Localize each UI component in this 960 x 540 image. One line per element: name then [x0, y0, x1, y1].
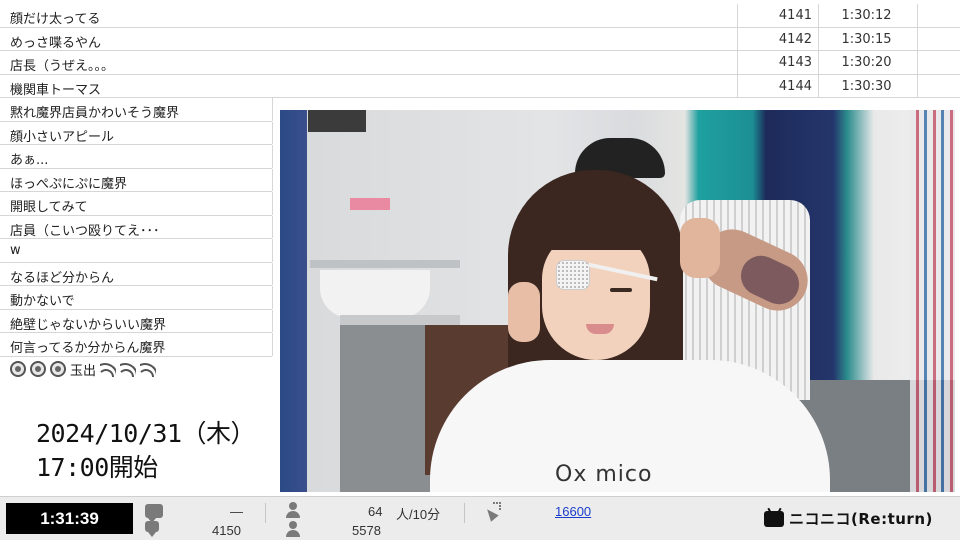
comment-row[interactable]: 開眼してみて: [0, 192, 273, 216]
comment-number: 4142: [778, 31, 812, 47]
comment-time: 1:30:15: [841, 31, 892, 47]
comment-number: 4144: [778, 78, 812, 94]
speech-bubble-icon: [145, 504, 163, 523]
comment-text: 機関車トーマス: [10, 82, 102, 98]
video-player[interactable]: Ox mico: [280, 110, 955, 492]
speech-bubble-icon: [145, 521, 159, 537]
viewers-per-10min: 64: [368, 504, 383, 519]
niconico-brand[interactable]: ニコニコ(Re:turn): [764, 508, 933, 529]
niconico-tv-icon: [764, 510, 784, 527]
eye-patch: [556, 260, 590, 290]
comment-row[interactable]: あぁ...: [0, 145, 273, 169]
comment-text: 店長（うぜえ。。。: [10, 59, 115, 74]
comment-row[interactable]: w: [0, 239, 273, 263]
comment-text: あぁ...: [10, 153, 49, 168]
wave-icon: [140, 361, 157, 377]
comment-text: 動かないで: [10, 294, 75, 309]
elapsed-time: 1:31:39: [6, 503, 133, 534]
total-viewers: 5578: [352, 523, 381, 538]
comment-number: 4143: [778, 55, 812, 70]
comment-row[interactable]: 店員（こいつ殴りてえ･･･: [0, 215, 273, 239]
comment-count: 4150: [212, 523, 241, 538]
ad-points-link[interactable]: 16600: [555, 504, 591, 519]
comment-dash: —: [230, 504, 243, 519]
comment-row[interactable]: ほっぺぷにぷに魔界: [0, 168, 273, 192]
comment-text: ほっぺぷにぷに魔界: [10, 176, 128, 192]
comment-row[interactable]: 黙れ魔界店員かわいそう魔界: [0, 98, 273, 122]
comment-row[interactable]: 何言ってるか分からん魔界: [0, 333, 273, 357]
comment-time: 1:30:30: [841, 78, 892, 94]
comment-text: 店員（こいつ殴りてえ･･･: [10, 223, 160, 239]
comment-number: 4141: [778, 8, 812, 23]
person-icon: [285, 521, 301, 537]
comment-text: 何言ってるか分からん魔界: [10, 341, 166, 356]
comment-row[interactable]: 顔小さいアピール: [0, 121, 273, 145]
emoji-text: 玉出: [70, 363, 97, 379]
comment-row[interactable]: 機関車トーマス 4144 1:30:30: [0, 74, 960, 98]
party-popper-icon[interactable]: [483, 502, 501, 520]
emoji-face-icon: [50, 361, 66, 377]
wave-icon: [100, 361, 117, 377]
brand-text: ニコニコ(Re:turn): [789, 510, 933, 528]
comment-text: 開眼してみて: [10, 200, 88, 215]
comment-row[interactable]: なるほど分からん: [0, 262, 273, 286]
start-time-line: 17:00開始: [36, 453, 158, 482]
comment-row[interactable]: 絶壁じゃないからいい魔界: [0, 309, 273, 333]
cape-print: Ox mico: [555, 462, 653, 487]
comment-time: 1:30:12: [841, 8, 892, 23]
wave-icon: [120, 361, 137, 377]
comment-text: 黙れ魔界店員かわいそう魔界: [10, 106, 180, 121]
comment-text: 絶壁じゃないからいい魔界: [10, 317, 167, 333]
date-line: 2024/10/31（木）: [36, 419, 256, 448]
emoji-comment-row[interactable]: 玉出: [10, 358, 157, 380]
person-icon: [285, 502, 301, 518]
emoji-face-icon: [30, 361, 46, 377]
comment-row[interactable]: 顔だけ太ってる 4141 1:30:12: [0, 4, 960, 28]
comment-text: w: [10, 243, 21, 258]
comment-text: めっさ喋るやん: [10, 35, 102, 51]
comment-row[interactable]: 店長（うぜえ。。。 4143 1:30:20: [0, 51, 960, 75]
emoji-face-icon: [10, 361, 26, 377]
viewers-unit: 人/10分: [396, 507, 441, 522]
comment-row[interactable]: 動かないで: [0, 286, 273, 310]
date-caption: 2024/10/31（木） 17:00開始: [0, 390, 272, 496]
comment-text: なるほど分からん: [10, 270, 115, 286]
comment-row[interactable]: めっさ喋るやん 4142 1:30:15: [0, 27, 960, 51]
comment-time: 1:30:20: [841, 55, 892, 70]
comment-text: 顔小さいアピール: [10, 129, 115, 145]
comment-text: 顔だけ太ってる: [10, 12, 101, 27]
